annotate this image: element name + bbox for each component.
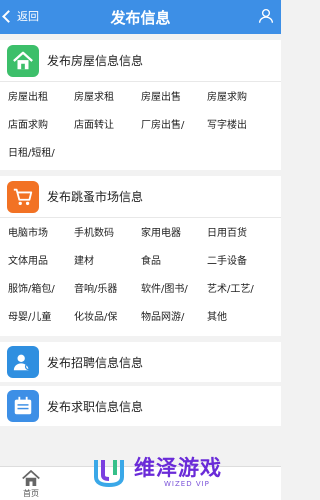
category-link[interactable]: 文体用品 xyxy=(8,248,74,276)
section-recruit[interactable]: 发布招聘信息信息 xyxy=(0,342,281,382)
home-tab[interactable]: 首页 xyxy=(22,470,40,499)
category-link[interactable]: 母婴/儿童 xyxy=(8,304,74,332)
house-category-grid: 房屋出租 房屋求租 房屋出售 房屋求购 店面求购 店面转让 厂房出售/ 写字楼出… xyxy=(0,82,281,170)
section-jobseek-header[interactable]: 发布求职信息信息 xyxy=(0,386,281,426)
section-recruit-header[interactable]: 发布招聘信息信息 xyxy=(0,342,281,382)
home-label: 首页 xyxy=(23,489,39,498)
category-link[interactable]: 建材 xyxy=(74,248,141,276)
category-link[interactable]: 店面转让 xyxy=(74,112,141,140)
calendar-icon xyxy=(7,390,39,422)
category-link[interactable]: 其他 xyxy=(207,304,281,332)
category-link[interactable]: 房屋求购 xyxy=(207,84,281,112)
category-link[interactable]: 写字楼出 xyxy=(207,112,281,140)
section-house: 发布房屋信息信息 房屋出租 房屋求租 房屋出售 房屋求购 店面求购 店面转让 厂… xyxy=(0,40,281,170)
watermark-sub: WIZED VIP xyxy=(164,480,210,488)
user-icon[interactable] xyxy=(257,7,275,25)
flea-category-grid: 电脑市场 手机数码 家用电器 日用百货 文体用品 建材 食品 二手设备 服饰/箱… xyxy=(0,218,281,336)
section-flea-header[interactable]: 发布跳蚤市场信息 xyxy=(0,176,281,218)
category-link[interactable]: 手机数码 xyxy=(74,220,141,248)
category-link[interactable]: 厂房出售/ xyxy=(141,112,207,140)
category-link[interactable]: 食品 xyxy=(141,248,207,276)
watermark-logo-icon xyxy=(94,460,124,487)
section-jobseek[interactable]: 发布求职信息信息 xyxy=(0,386,281,426)
category-link[interactable]: 化妆品/保 xyxy=(74,304,141,332)
page-title: 发布信息 xyxy=(110,9,171,27)
category-link[interactable]: 艺术/工艺/ xyxy=(207,276,281,304)
home-icon xyxy=(22,470,40,486)
category-link[interactable]: 服饰/箱包/ xyxy=(8,276,74,304)
category-link[interactable]: 物品网游/ xyxy=(141,304,207,332)
section-house-header[interactable]: 发布房屋信息信息 xyxy=(0,40,281,82)
section-flea-market: 发布跳蚤市场信息 电脑市场 手机数码 家用电器 日用百货 文体用品 建材 食品 … xyxy=(0,176,281,336)
watermark: 维泽游戏 WIZED VIP xyxy=(80,450,281,494)
section-recruit-title: 发布招聘信息信息 xyxy=(47,355,144,370)
category-link[interactable]: 店面求购 xyxy=(8,112,74,140)
section-jobseek-title: 发布求职信息信息 xyxy=(47,399,144,414)
cart-icon xyxy=(7,180,39,213)
category-link[interactable]: 日租/短租/ xyxy=(8,140,74,168)
category-link[interactable]: 音响/乐器 xyxy=(74,276,141,304)
house-icon xyxy=(7,44,39,77)
watermark-name: 维泽游戏 xyxy=(134,456,222,480)
category-link[interactable]: 房屋出租 xyxy=(8,84,74,112)
section-flea-title: 发布跳蚤市场信息 xyxy=(47,190,144,204)
category-link[interactable]: 日用百货 xyxy=(207,220,281,248)
category-link[interactable]: 房屋求租 xyxy=(74,84,141,112)
top-bar: 返回 发布信息 xyxy=(0,0,281,34)
category-link[interactable]: 电脑市场 xyxy=(8,220,74,248)
category-link[interactable]: 家用电器 xyxy=(141,220,207,248)
category-link[interactable]: 房屋出售 xyxy=(141,84,207,112)
category-link[interactable]: 软件/图书/ xyxy=(141,276,207,304)
category-link[interactable]: 二手设备 xyxy=(207,248,281,276)
person-icon xyxy=(7,346,39,378)
section-house-title: 发布房屋信息信息 xyxy=(47,54,144,68)
